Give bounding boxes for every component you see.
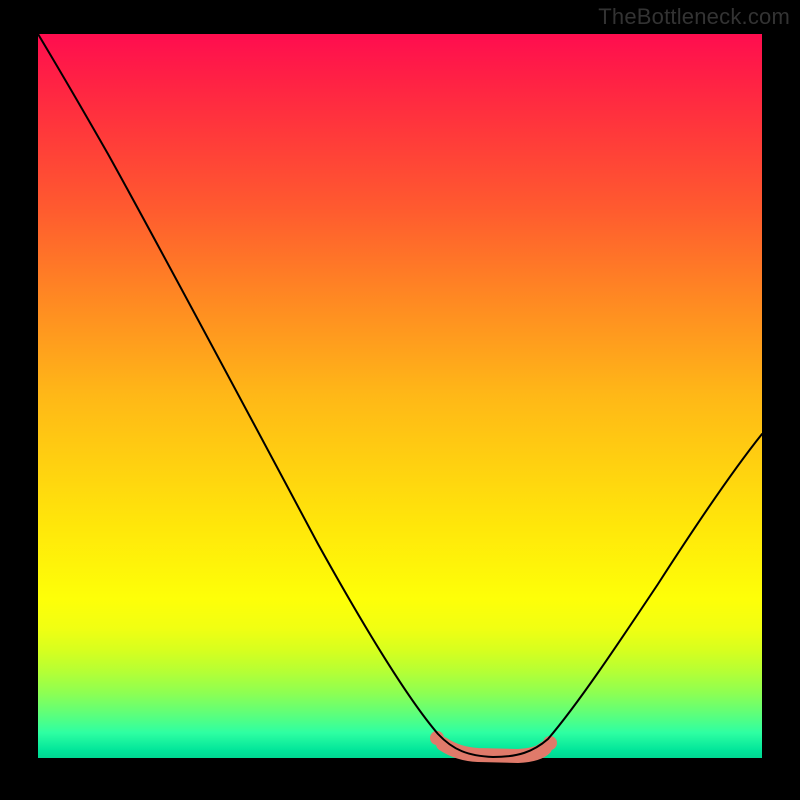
curve-svg	[38, 34, 762, 758]
plot-area	[38, 34, 762, 758]
bottleneck-curve-line	[38, 34, 762, 757]
chart-frame: TheBottleneck.com	[0, 0, 800, 800]
attribution-text: TheBottleneck.com	[598, 4, 790, 30]
